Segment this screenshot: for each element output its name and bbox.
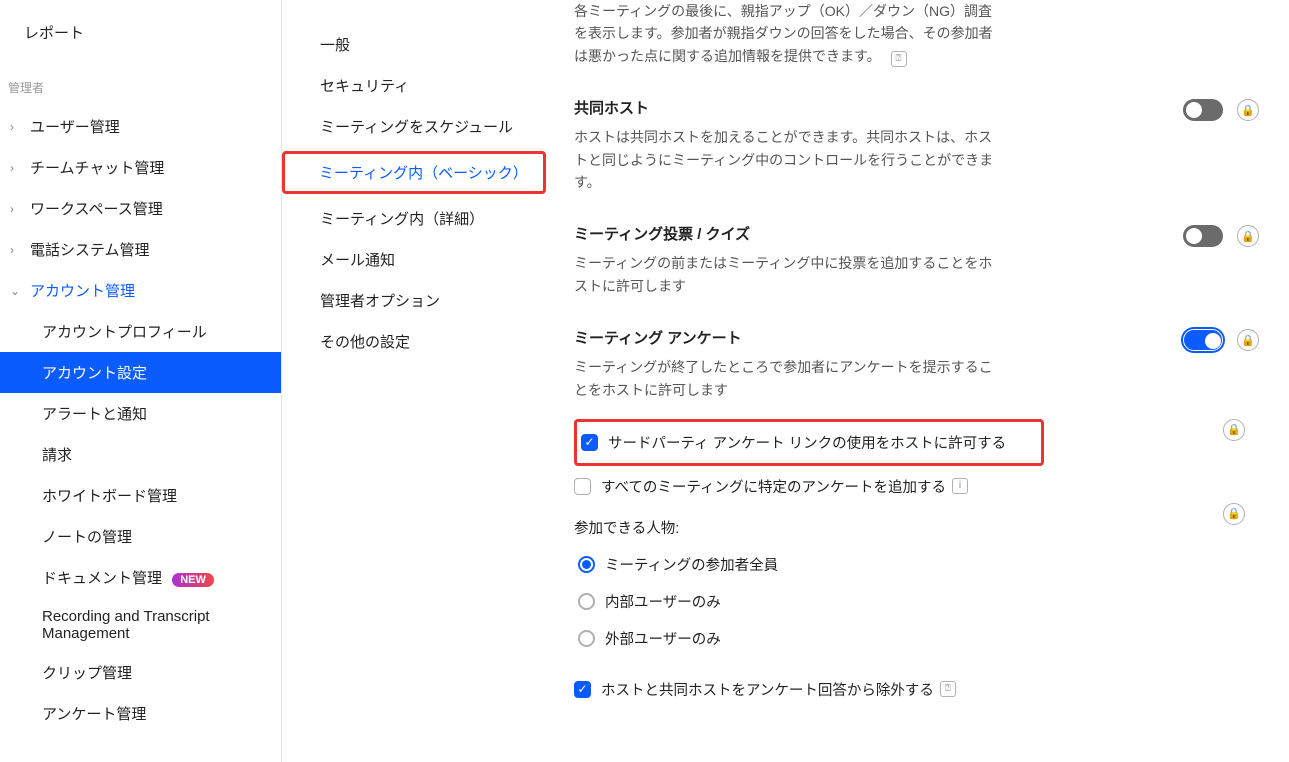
radio-label: 外部ユーザーのみ bbox=[605, 628, 721, 649]
chevron-down-icon: ⌄ bbox=[10, 284, 24, 298]
radio-internal-only[interactable]: 内部ユーザーのみ bbox=[574, 583, 1044, 620]
setting-poll: ミーティング投票 / クイズ ミーティングの前またはミーティング中に投票を追加す… bbox=[574, 223, 1259, 297]
setting-feedback: 各ミーティングの最後に、親指アップ（OK）／ダウン（NG）調査を表示します。参加… bbox=[574, 0, 1259, 67]
info-icon[interactable]: ⍰ bbox=[891, 51, 907, 67]
new-badge: NEW bbox=[172, 573, 214, 587]
sidebar-item-account-profile[interactable]: アカウントプロフィール bbox=[0, 311, 281, 352]
sidebar-item-account-settings[interactable]: アカウント設定 bbox=[0, 352, 281, 393]
sidebar-group-label: 電話システム管理 bbox=[30, 239, 150, 260]
lock-icon[interactable]: 🔒 bbox=[1237, 329, 1259, 351]
sidebar-group-account[interactable]: ⌄ アカウント管理 bbox=[0, 270, 281, 311]
sidebar-group-label: アカウント管理 bbox=[30, 280, 135, 301]
info-icon[interactable]: ⍰ bbox=[940, 681, 956, 697]
subnav-other[interactable]: その他の設定 bbox=[282, 321, 552, 362]
sidebar-section-admin: 管理者 bbox=[0, 71, 281, 106]
sidebar-item-surveys[interactable]: アンケート管理 bbox=[0, 693, 281, 734]
option-label: サードパーティ アンケート リンクの使用をホストに許可する bbox=[608, 432, 1006, 453]
subnav-general[interactable]: 一般 bbox=[282, 24, 552, 65]
radio-icon[interactable] bbox=[578, 593, 595, 610]
setting-title: ミーティング アンケート bbox=[574, 327, 994, 348]
checkbox-icon[interactable]: ✓ bbox=[581, 434, 598, 451]
radio-external-only[interactable]: 外部ユーザーのみ bbox=[574, 620, 1044, 657]
subnav-in-meeting-basic[interactable]: ミーティング内（ベーシック） bbox=[282, 151, 546, 194]
setting-cohost: 共同ホスト ホストは共同ホストを加えることができます。共同ホストは、ホストと同じ… bbox=[574, 97, 1259, 193]
settings-subnav: 一般 セキュリティ ミーティングをスケジュール ミーティング内（ベーシック） ミ… bbox=[282, 0, 552, 762]
setting-desc: ミーティングが終了したところで参加者にアンケートを提示することをホストに許可しま… bbox=[574, 356, 994, 401]
chevron-right-icon: › bbox=[10, 202, 24, 216]
radio-label: ミーティングの参加者全員 bbox=[605, 554, 778, 575]
sidebar-item-report[interactable]: レポート bbox=[0, 0, 281, 71]
lock-icon[interactable]: 🔒 bbox=[1223, 419, 1245, 441]
sidebar-item-alerts[interactable]: アラートと通知 bbox=[0, 393, 281, 434]
sidebar-item-billing[interactable]: 請求 bbox=[0, 434, 281, 475]
sidebar-item-whiteboard[interactable]: ホワイトボード管理 bbox=[0, 475, 281, 516]
sidebar-item-label: ドキュメント管理 bbox=[42, 570, 162, 587]
setting-desc: 各ミーティングの最後に、親指アップ（OK）／ダウン（NG）調査を表示します。参加… bbox=[574, 0, 994, 67]
lock-icon[interactable]: 🔒 bbox=[1237, 225, 1259, 247]
radio-icon[interactable] bbox=[578, 556, 595, 573]
survey-sub-options: ✓ サードパーティ アンケート リンクの使用をホストに許可する すべてのミーティ… bbox=[574, 419, 1259, 706]
sidebar-group-label: ユーザー管理 bbox=[30, 116, 120, 137]
option-all-meetings-survey[interactable]: すべてのミーティングに特定のアンケートを追加する i bbox=[574, 470, 1044, 503]
subnav-security[interactable]: セキュリティ bbox=[282, 65, 552, 106]
lock-icon[interactable]: 🔒 bbox=[1237, 99, 1259, 121]
setting-desc-text: 各ミーティングの最後に、親指アップ（OK）／ダウン（NG）調査を表示します。参加… bbox=[574, 3, 993, 64]
setting-desc: ミーティングの前またはミーティング中に投票を追加することをホストに許可します bbox=[574, 252, 994, 297]
info-icon[interactable]: i bbox=[952, 478, 968, 494]
sidebar-group-label: ワークスペース管理 bbox=[30, 198, 163, 219]
subnav-in-meeting-advanced[interactable]: ミーティング内（詳細） bbox=[282, 198, 552, 239]
chevron-right-icon: › bbox=[10, 161, 24, 175]
chevron-right-icon: › bbox=[10, 243, 24, 257]
sidebar-group-user-management[interactable]: › ユーザー管理 bbox=[0, 106, 281, 147]
toggle-poll[interactable] bbox=[1183, 225, 1223, 247]
left-sidebar: レポート 管理者 › ユーザー管理 › チームチャット管理 › ワークスペース管… bbox=[0, 0, 282, 762]
radio-icon[interactable] bbox=[578, 630, 595, 647]
subnav-admin-options[interactable]: 管理者オプション bbox=[282, 280, 552, 321]
sidebar-item-documents[interactable]: ドキュメント管理 NEW bbox=[0, 557, 281, 598]
setting-title: ミーティング投票 / クイズ bbox=[574, 223, 994, 244]
setting-survey: ミーティング アンケート ミーティングが終了したところで参加者にアンケートを提示… bbox=[574, 327, 1259, 401]
option-label: ホストと共同ホストをアンケート回答から除外する bbox=[601, 679, 934, 700]
toggle-cohost[interactable] bbox=[1183, 99, 1223, 121]
radio-all-participants[interactable]: ミーティングの参加者全員 bbox=[574, 546, 1044, 583]
chevron-right-icon: › bbox=[10, 120, 24, 134]
sidebar-item-recording[interactable]: Recording and Transcript Management bbox=[0, 598, 281, 652]
subnav-schedule[interactable]: ミーティングをスケジュール bbox=[282, 106, 552, 147]
radio-label: 内部ユーザーのみ bbox=[605, 591, 721, 612]
checkbox-icon[interactable] bbox=[574, 478, 591, 495]
sidebar-group-workspace[interactable]: › ワークスペース管理 bbox=[0, 188, 281, 229]
option-thirdparty-survey[interactable]: ✓ サードパーティ アンケート リンクの使用をホストに許可する bbox=[574, 419, 1044, 466]
checkbox-icon[interactable]: ✓ bbox=[574, 681, 591, 698]
lock-icon[interactable]: 🔒 bbox=[1223, 503, 1245, 525]
sidebar-group-phone-system[interactable]: › 電話システム管理 bbox=[0, 229, 281, 270]
setting-desc: ホストは共同ホストを加えることができます。共同ホストは、ホストと同じようにミーテ… bbox=[574, 126, 994, 193]
subnav-email[interactable]: メール通知 bbox=[282, 239, 552, 280]
setting-title: 共同ホスト bbox=[574, 97, 994, 118]
sidebar-group-team-chat[interactable]: › チームチャット管理 bbox=[0, 147, 281, 188]
sidebar-item-notes[interactable]: ノートの管理 bbox=[0, 516, 281, 557]
who-can-participate-label: 参加できる人物: bbox=[574, 503, 1044, 546]
toggle-survey[interactable] bbox=[1183, 329, 1223, 351]
sidebar-group-label: チームチャット管理 bbox=[30, 157, 164, 178]
option-exclude-hosts[interactable]: ✓ ホストと共同ホストをアンケート回答から除外する ⍰ bbox=[574, 673, 1259, 706]
option-label: すべてのミーティングに特定のアンケートを追加する bbox=[601, 476, 946, 497]
main-content: 各ミーティングの最後に、親指アップ（OK）／ダウン（NG）調査を表示します。参加… bbox=[552, 0, 1289, 762]
sidebar-item-clips[interactable]: クリップ管理 bbox=[0, 652, 281, 693]
